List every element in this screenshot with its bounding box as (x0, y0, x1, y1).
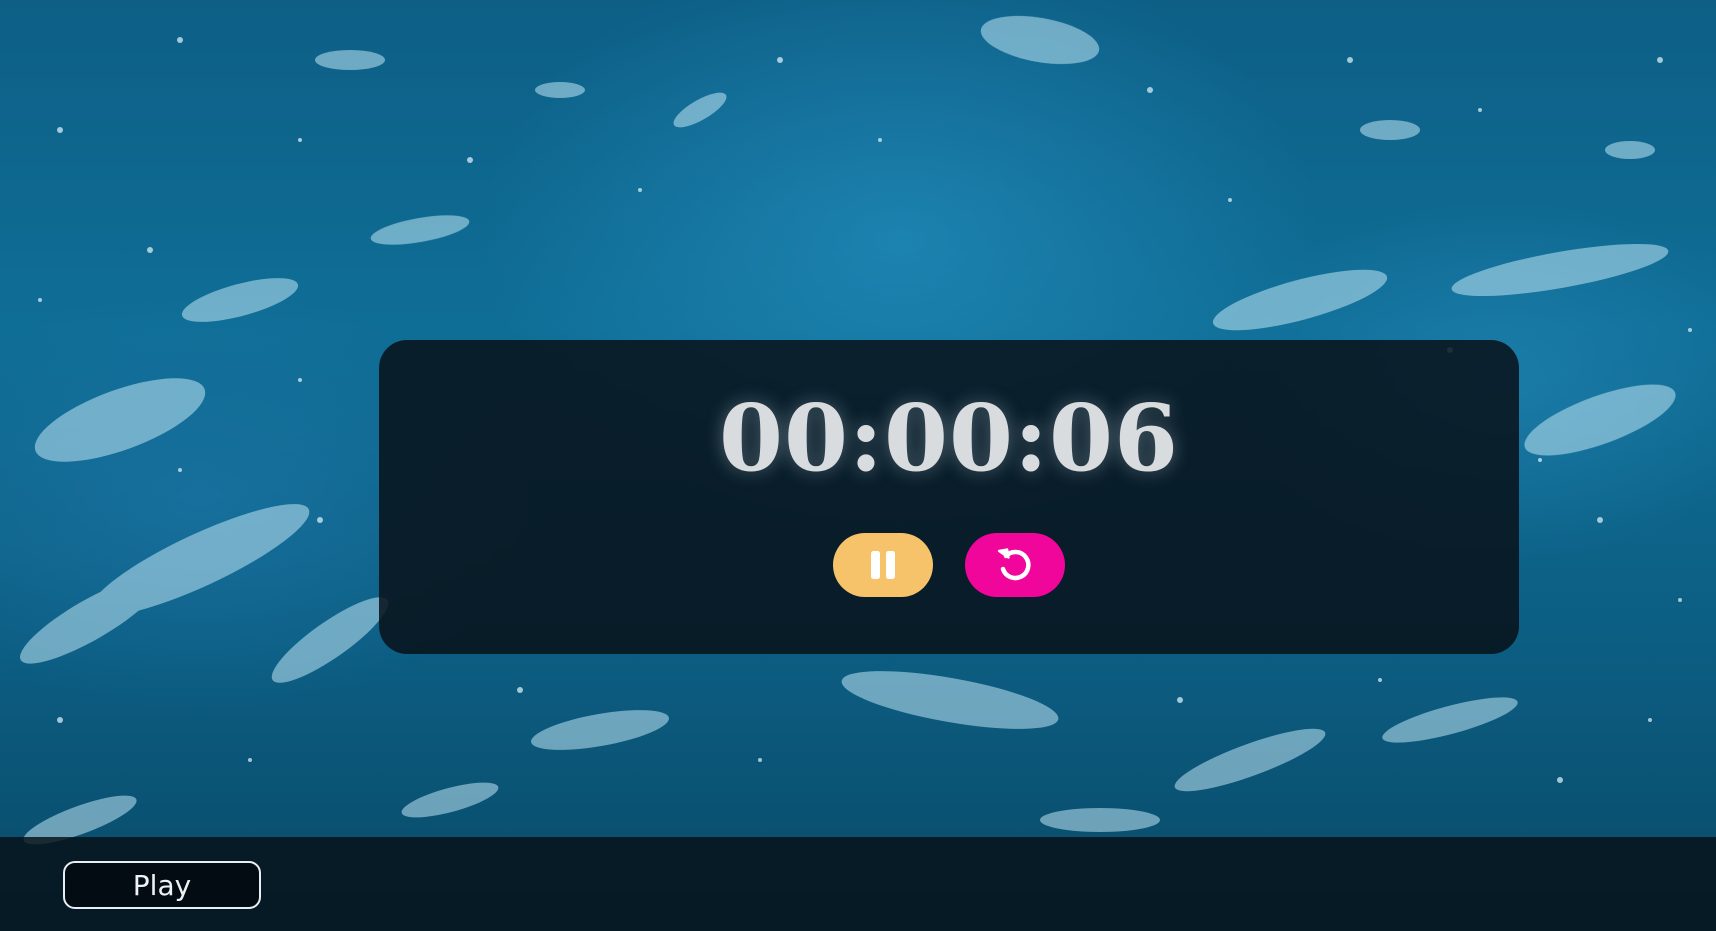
pause-button[interactable] (833, 533, 933, 597)
pause-icon (871, 551, 895, 579)
stopwatch-screen: 00:00:06 Play (0, 0, 1716, 931)
reset-icon (997, 548, 1031, 581)
footer-bar: Play (0, 837, 1716, 931)
timer-controls (379, 533, 1519, 597)
elapsed-time-display: 00:00:06 (718, 384, 1179, 492)
reset-button[interactable] (965, 533, 1065, 597)
timer-panel: 00:00:06 (379, 340, 1519, 654)
play-button[interactable]: Play (63, 861, 261, 909)
